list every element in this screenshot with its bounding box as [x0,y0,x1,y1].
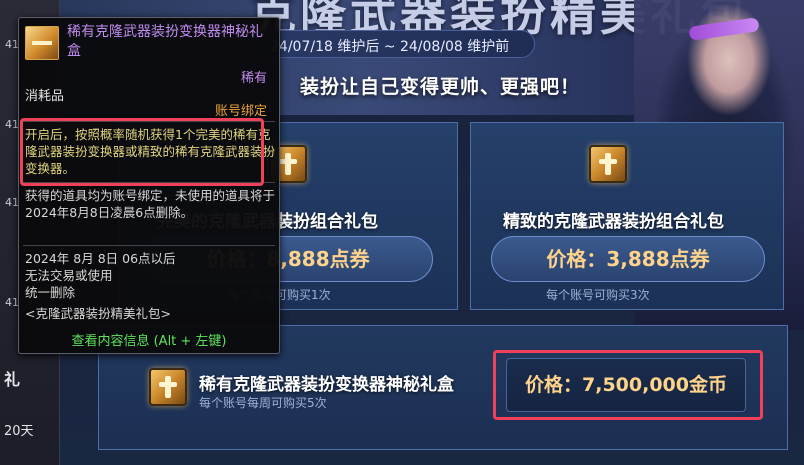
purchase-limit: 每个账号每周可购买5次 [199,396,327,410]
tooltip-divider [23,182,275,183]
tooltip-item-type: 消耗品 [25,89,65,104]
item-count: 41 [5,118,19,131]
tooltip-parent-package: <克隆武器装扮精美礼包> [25,306,171,321]
tooltip-bind-type: 账号绑定 [214,104,267,119]
strip-days: 20天 [4,424,34,439]
item-count: 41 [5,296,19,309]
expire-line: 2024年 8月 8日 06点以后 [25,251,176,266]
item-count: 41 [5,196,19,209]
package-panel-exquisite[interactable]: 精致的克隆武器装扮组合礼包 价格：3,888点券 每个账号可购买3次 [470,122,784,310]
package-title: 精致的克隆武器装扮组合礼包 [503,212,724,232]
tooltip-view-contents-hint[interactable]: 查看内容信息 (Alt + 左键) [19,330,279,349]
tooltip-note: 获得的道具均为账号绑定，未使用的道具将于2024年8月8日凌晨6点删除。 [25,188,276,220]
tooltip-rarity: 稀有 [240,71,267,86]
tooltip-divider [23,121,275,122]
expire-line: 无法交易或使用 [25,268,113,283]
mystery-box-icon [25,26,59,60]
item-tooltip: 稀有克隆武器装扮变换器神秘礼盒 稀有 消耗品 账号绑定 开启后，按照概率随机获得… [18,17,280,354]
tooltip-expire-info: 2024年 8月 8日 06点以后 无法交易或使用 统一删除 [25,250,275,301]
price-button[interactable]: 价格：7,500,000金币 [506,358,746,412]
purchase-limit: 每个账号可购买3次 [546,288,650,302]
gift-box-icon [589,145,627,183]
tooltip-item-name: 稀有克隆武器装扮变换器神秘礼盒 [67,24,263,59]
mystery-box-icon [149,368,187,406]
tooltip-description: 开启后，按照概率随机获得1个完美的稀有克隆武器装扮变换器或精致的稀有克隆武器装扮… [25,127,276,176]
event-date-range: 24/07/18 维护后 ~ 24/08/08 维护前 [255,30,535,58]
item-count: 41 [5,38,19,51]
price-button[interactable]: 价格：3,888点券 [491,236,765,282]
banner-slogan: 装扮让自己变得更帅、更强吧！ [300,76,581,98]
expire-line: 统一删除 [25,285,76,300]
strip-label: 礼 [4,370,21,389]
package-title: 稀有克隆武器装扮变换器神秘礼盒 [199,375,454,395]
tooltip-divider [23,245,275,246]
